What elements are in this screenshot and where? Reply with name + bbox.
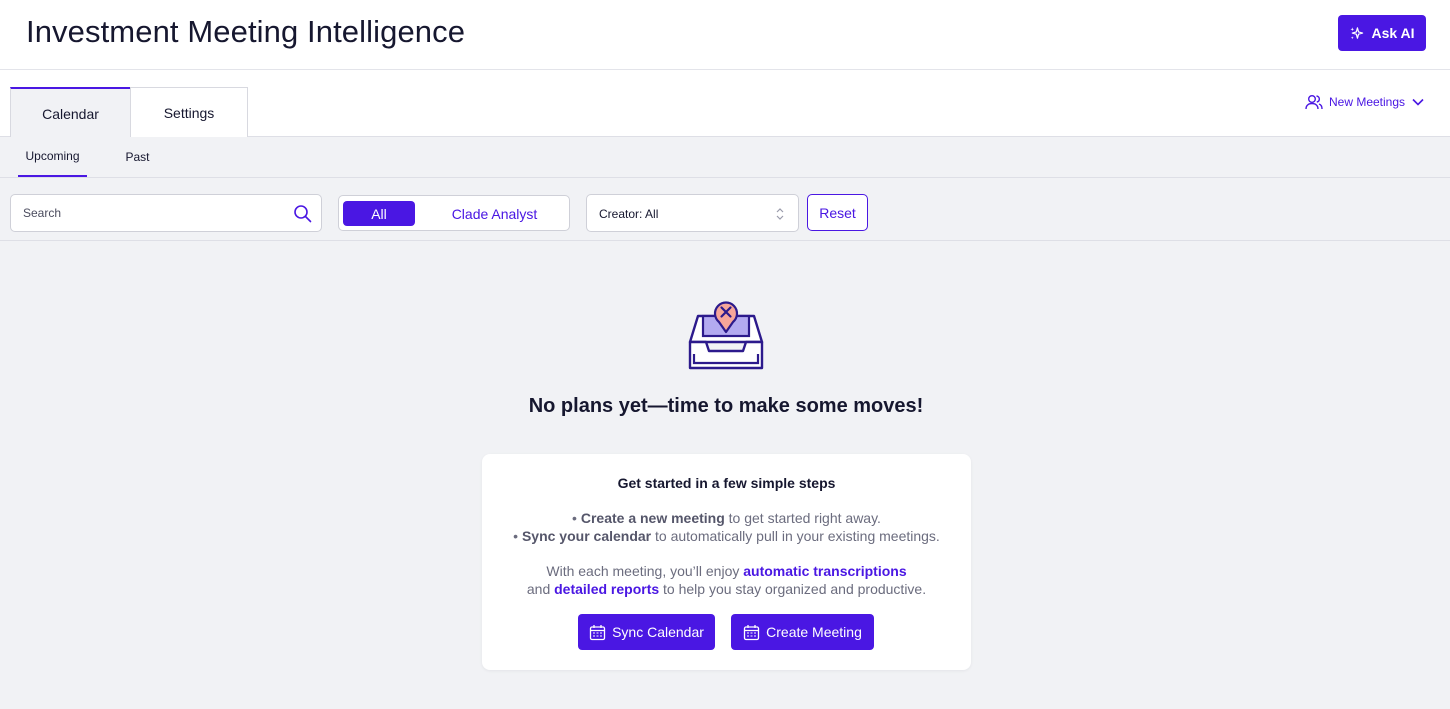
empty-inbox-icon bbox=[688, 301, 764, 370]
calendar-icon bbox=[743, 624, 760, 640]
app-header: Investment Meeting Intelligence Ask AI bbox=[0, 0, 1450, 70]
search-icon[interactable] bbox=[293, 204, 312, 223]
subtab-past-label: Past bbox=[125, 150, 150, 164]
step-sync-strong: Sync your calendar bbox=[521, 528, 652, 544]
subtab-past[interactable]: Past bbox=[115, 137, 160, 177]
tab-settings[interactable]: Settings bbox=[130, 87, 248, 137]
step-create-strong: Create a new meeting bbox=[580, 510, 725, 526]
step-sync: • Sync your calendar to automatically pu… bbox=[513, 528, 940, 544]
users-icon bbox=[1305, 95, 1323, 110]
sort-arrows-icon bbox=[776, 208, 784, 220]
benefit-line-2: and detailed reports to help you stay or… bbox=[482, 581, 971, 597]
tab-calendar-label: Calendar bbox=[42, 105, 99, 122]
benefit-line-1: With each meeting, you’ll enjoy automati… bbox=[482, 563, 971, 579]
creator-select-value: Creator: All bbox=[599, 207, 659, 221]
subtab-upcoming[interactable]: Upcoming bbox=[18, 137, 87, 177]
search-box bbox=[10, 194, 322, 232]
create-meeting-label: Create Meeting bbox=[766, 624, 862, 640]
step-create: • Create a new meeting to get started ri… bbox=[572, 510, 881, 526]
chevron-down-icon bbox=[1412, 98, 1424, 106]
owner-filter-toggle: All Clade Analyst bbox=[338, 195, 570, 231]
reset-button[interactable]: Reset bbox=[807, 194, 868, 231]
detailed-reports-highlight: detailed reports bbox=[554, 581, 660, 597]
sync-calendar-button[interactable]: Sync Calendar bbox=[578, 614, 715, 650]
new-meetings-label: New Meetings bbox=[1329, 95, 1406, 109]
automatic-transcriptions-highlight: automatic transcriptions bbox=[743, 563, 907, 579]
empty-state-heading: No plans yet—time to make some moves! bbox=[528, 395, 924, 417]
benefit-prefix: With each meeting, you’ll enjoy bbox=[546, 563, 744, 579]
creator-select[interactable]: Creator: All bbox=[586, 194, 799, 232]
step-sync-rest: to automatically pull in your existing m… bbox=[651, 528, 940, 544]
ask-ai-button[interactable]: Ask AI bbox=[1338, 15, 1426, 51]
card-title: Get started in a few simple steps bbox=[617, 475, 836, 491]
ask-ai-label: Ask AI bbox=[1371, 25, 1415, 41]
calendar-icon bbox=[589, 624, 606, 640]
sparkle-icon bbox=[1350, 26, 1364, 39]
get-started-card: Get started in a few simple steps • Crea… bbox=[482, 454, 971, 670]
filter-all-button[interactable]: All bbox=[343, 201, 415, 226]
subtab-upcoming-label: Upcoming bbox=[25, 149, 80, 163]
tab-settings-label: Settings bbox=[163, 104, 215, 121]
search-input[interactable] bbox=[11, 195, 281, 231]
sync-calendar-label: Sync Calendar bbox=[612, 624, 704, 640]
create-meeting-button[interactable]: Create Meeting bbox=[731, 614, 874, 650]
new-meetings-dropdown[interactable]: New Meetings bbox=[1305, 94, 1425, 110]
benefit-mid: and bbox=[526, 581, 555, 597]
tab-calendar[interactable]: Calendar bbox=[10, 87, 131, 138]
benefit-suffix: to help you stay organized and productiv… bbox=[659, 581, 927, 597]
page-title: Investment Meeting Intelligence bbox=[26, 14, 466, 49]
step-create-rest: to get started right away. bbox=[724, 510, 881, 526]
main-tabs: Calendar Settings New Meetings bbox=[0, 70, 1450, 138]
filter-bar: All Clade Analyst Creator: All Reset bbox=[0, 178, 1450, 241]
filter-clade-analyst-button[interactable]: Clade Analyst bbox=[427, 201, 562, 226]
sub-tabs: Upcoming Past bbox=[0, 137, 1450, 178]
